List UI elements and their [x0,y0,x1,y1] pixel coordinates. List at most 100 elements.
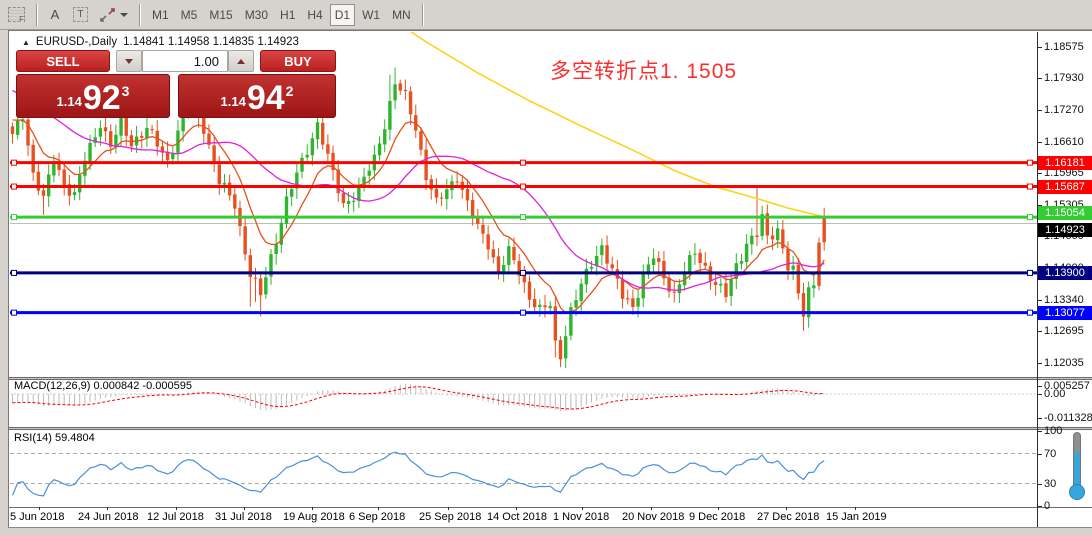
price-axis-tick [1038,363,1042,364]
time-axis-label: 12 Jul 2018 [147,511,204,523]
price-axis-tick-label: 1.15965 [1044,168,1084,179]
buy-price-panel[interactable]: 1.14 94 2 [178,74,336,118]
chart-annotation-text[interactable]: 多空转折点1. 1505 [550,55,737,85]
timeframe-group: M1M5M15M30H1H4D1W1MN [146,4,417,26]
time-axis-tick [516,507,517,510]
price-axis-tick-label: 1.18575 [1044,42,1084,53]
time-axis-label: 15 Jan 2019 [826,511,887,523]
time-axis-label: 19 Aug 2018 [283,511,345,523]
macd-label: MACD(12,26,9) 0.000842 -0.000595 [14,380,192,392]
time-axis-tick [244,507,245,510]
sell-price-pip: 3 [122,83,130,99]
tab-timeframe-M30[interactable]: M30 [240,4,273,26]
ohlc-values: 1.14841 1.14958 1.14835 1.14923 [123,36,299,48]
buy-price-base: 1.14 [221,94,246,109]
time-axis-label: 20 Nov 2018 [622,511,684,523]
rsi-chart[interactable] [10,430,1037,507]
buy-button[interactable]: BUY [260,50,336,72]
chart-title: ▲ EURUSD-,Daily 1.14841 1.14958 1.14835 … [22,36,299,48]
symbol-marker-icon: ▲ [22,38,30,47]
sell-price-base: 1.14 [57,94,82,109]
rsi-label: RSI(14) 59.4804 [14,432,95,444]
time-axis-label: 6 Sep 2018 [349,511,405,523]
level-price-label: 1.16181 [1038,156,1092,170]
objects-list-icon: F [8,7,25,22]
time-axis-label: 25 Sep 2018 [419,511,481,523]
window-bottom-frame [8,527,1092,535]
price-axis-tick-label: 1.17270 [1044,105,1084,116]
volume-increase-button[interactable] [228,50,254,72]
tab-timeframe-M1[interactable]: M1 [147,4,174,26]
time-axis-tick [786,507,787,510]
bid-price-label: 1.14923 [1038,223,1092,237]
time-axis-label: 5 Jun 2018 [10,511,64,523]
price-axis-tick [1038,47,1042,48]
price-axis-tick-label: 1.17930 [1044,73,1084,84]
price-axis-tick-label: 1.16610 [1044,137,1084,148]
price-axis-tick [1038,78,1042,79]
arrows-tool-button[interactable] [95,4,133,26]
price-axis-tick-label: 1.12035 [1044,358,1084,369]
tab-timeframe-W1[interactable]: W1 [357,4,385,26]
time-axis-label: 9 Dec 2018 [689,511,745,523]
mt4-terminal: F A T M1M5M15M30H1H4D1W1MN ▲ EURUSD-,Dai… [0,0,1092,535]
rsi-axis-label: 0 [1044,501,1050,512]
tab-timeframe-H4[interactable]: H4 [302,4,327,26]
macd-axis-tick [1038,394,1042,395]
time-axis-tick [176,507,177,510]
time-axis-tick [651,507,652,510]
sell-price-panel[interactable]: 1.14 92 3 [16,74,170,118]
price-axis-tick [1038,300,1042,301]
volume-input[interactable] [142,50,228,72]
rsi-axis-label: 100 [1044,426,1062,437]
price-axis-tick [1038,110,1042,111]
rsi-axis-tick [1038,506,1042,507]
arrow-up-icon [237,59,245,64]
time-axis-tick [582,507,583,510]
tab-timeframe-H1[interactable]: H1 [275,4,300,26]
time-axis-label: 31 Jul 2018 [215,511,272,523]
time-axis-tick [107,507,108,510]
rsi-axis-tick [1038,484,1042,485]
level-price-label: 1.13900 [1038,266,1092,280]
rsi-axis-label: 70 [1044,449,1056,460]
text-label-button[interactable]: A [44,4,66,26]
text-box-icon: T [73,7,88,22]
rsi-axis-tick [1038,454,1042,455]
price-axis-tick-label: 1.12695 [1044,326,1084,337]
time-axis-tick [378,507,379,510]
sell-button[interactable]: SELL [16,50,110,72]
macd-axis-tick [1038,386,1042,387]
toolbar-separator [139,4,141,26]
toolbar: F A T M1M5M15M30H1H4D1W1MN [0,0,1092,30]
macd-axis-label: 0.00 [1044,389,1065,400]
cursor-arrows-icon [100,8,115,22]
level-price-label: 1.13077 [1038,306,1092,320]
buy-price-pip: 2 [286,83,294,99]
time-axis-tick [718,507,719,510]
thermometer-widget[interactable] [1066,432,1088,504]
tab-timeframe-M5[interactable]: M5 [176,4,203,26]
time-axis-label: 27 Dec 2018 [757,511,819,523]
price-axis-tick [1038,142,1042,143]
objects-list-button[interactable]: F [3,4,30,26]
rsi-axis-label: 30 [1044,479,1056,490]
tab-timeframe-MN[interactable]: MN [387,4,416,26]
price-axis-tick [1038,331,1042,332]
panel-splitter[interactable] [9,507,1092,508]
price-axis-tick [1038,173,1042,174]
text-box-button[interactable]: T [68,4,93,26]
rsi-axis-tick [1038,431,1042,432]
time-axis-tick [855,507,856,510]
tab-timeframe-M15[interactable]: M15 [204,4,237,26]
toolbar-separator [422,4,424,26]
time-axis-tick [448,507,449,510]
volume-decrease-button[interactable] [116,50,142,72]
level-price-label: 1.15687 [1038,180,1092,194]
sell-price-big: 92 [83,84,121,113]
tab-timeframe-D1[interactable]: D1 [330,4,355,26]
chevron-down-icon [120,13,128,17]
buy-price-big: 94 [247,84,285,113]
macd-axis-tick [1038,418,1042,419]
time-axis-label: 1 Nov 2018 [553,511,609,523]
